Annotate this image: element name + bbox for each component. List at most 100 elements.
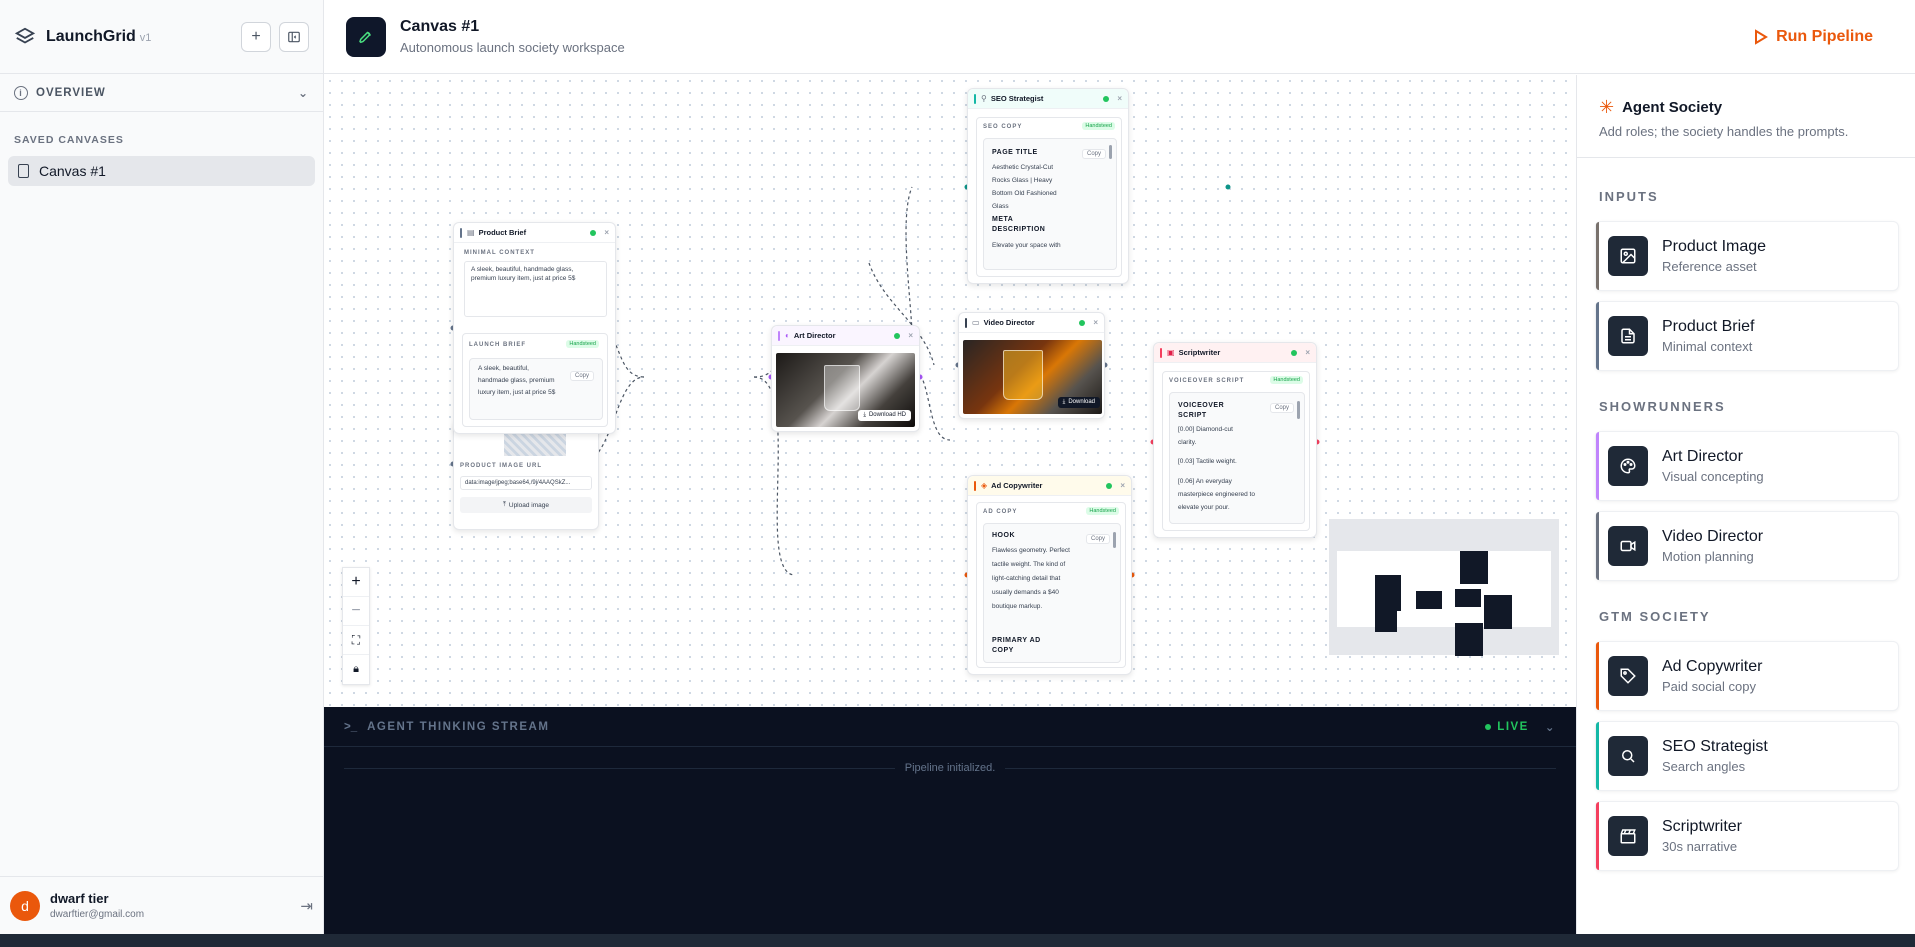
video-icon — [1608, 526, 1648, 566]
copy-button[interactable]: Copy — [1269, 403, 1294, 413]
agent-society-header: ✳ Agent Society Add roles; the society h… — [1577, 75, 1915, 158]
clapper-icon: ▣ — [1167, 348, 1175, 357]
status-badge: Handsteed — [1086, 507, 1119, 515]
video-preview: ⤓ Download — [963, 340, 1102, 414]
flow-canvas[interactable]: PRODUCT IMAGE URL data:image/jpeg;base64… — [324, 75, 1576, 707]
close-icon[interactable]: × — [1120, 481, 1125, 490]
overview-toggle[interactable]: i OVERVIEW ⌄ — [0, 74, 323, 112]
live-indicator: LIVE — [1485, 721, 1529, 733]
page-title-text: Aesthetic Crystal-Cut Rocks Glass | Heav… — [992, 164, 1057, 210]
zoom-out-button[interactable]: − — [343, 597, 369, 626]
minimap-viewport — [1337, 551, 1551, 627]
download-button[interactable]: ⤓ Download — [1057, 397, 1100, 408]
product-image-node[interactable]: PRODUCT IMAGE URL data:image/jpeg;base64… — [453, 420, 599, 530]
logout-icon[interactable]: ⇥ — [300, 897, 313, 915]
search-icon — [1608, 736, 1648, 776]
status-dot — [1291, 349, 1298, 356]
art-director-node[interactable]: ◐ Art Director × ⤓ Download HD — [771, 325, 920, 432]
primary-ad-copy-heading: PRIMARY AD COPY — [992, 637, 1041, 654]
seo-strategist-node[interactable]: ⚲ SEO Strategist × SEO COPY Handsteed PA… — [967, 88, 1129, 284]
role-card-scriptwriter[interactable]: Scriptwriter 30s narrative — [1595, 801, 1899, 871]
ad-copywriter-node[interactable]: ◈ Ad Copywriter × AD COPY Handsteed HOOK… — [967, 475, 1132, 675]
tag-icon — [1608, 656, 1648, 696]
scrollbar[interactable] — [1113, 532, 1116, 548]
minimap-node — [1484, 595, 1512, 629]
image-icon — [1608, 236, 1648, 276]
role-card-art-director[interactable]: Art Director Visual concepting — [1595, 431, 1899, 501]
canvas-list-item[interactable]: Canvas #1 — [8, 156, 315, 186]
role-title: Product Image — [1662, 238, 1767, 255]
product-image-url-input[interactable]: data:image/jpeg;base64,/9j/4AAQSkZ... — [460, 476, 592, 490]
meta-description-heading: META DESCRIPTION — [992, 216, 1046, 233]
minimap-node — [1416, 591, 1442, 609]
header-titles: Canvas #1 Autonomous launch society work… — [400, 18, 625, 55]
node-title: Scriptwriter — [1178, 348, 1221, 357]
saved-canvases-heading: SAVED CANVASES — [14, 134, 124, 146]
script-line: [0.00] Diamond-cut clarity. — [1178, 426, 1233, 446]
node-header: ◈ Ad Copywriter × — [968, 476, 1131, 496]
meta-description-text: Elevate your space with — [992, 242, 1061, 249]
thinking-stream-header[interactable]: >_ AGENT THINKING STREAM LIVE ⌄ — [324, 707, 1576, 747]
ad-copy-body: HOOK Copy Flawless geometry. Perfect tac… — [983, 523, 1121, 663]
role-card-seo-strategist[interactable]: SEO Strategist Search angles — [1595, 721, 1899, 791]
brand-bar: LaunchGrid v1 + — [0, 0, 323, 74]
role-title: Video Director — [1662, 528, 1764, 545]
launch-brief-text: A sleek, beautiful, handmade glass, prem… — [478, 365, 556, 396]
minimap[interactable] — [1329, 519, 1559, 656]
zoom-in-button[interactable]: + — [343, 568, 369, 597]
copy-button[interactable]: Copy — [1085, 534, 1110, 544]
video-director-node[interactable]: ▭ Video Director × ⤓ Download — [958, 312, 1105, 419]
status-dot — [590, 229, 597, 236]
context-textarea[interactable]: A sleek, beautiful, handmade glass, prem… — [464, 261, 607, 317]
copy-button[interactable]: Copy — [569, 371, 594, 381]
chevron-down-icon[interactable]: ⌄ — [1545, 720, 1556, 734]
app-root: LaunchGrid v1 + i OVERVIEW ⌄ SAVED CANVA… — [0, 0, 1915, 947]
thinking-stream-title: AGENT THINKING STREAM — [367, 720, 550, 733]
scrollbar[interactable] — [1109, 145, 1112, 159]
seo-copy-body: PAGE TITLE Copy Aesthetic Crystal-Cut Ro… — [983, 138, 1117, 270]
upload-image-button[interactable]: ⤒ Upload image — [460, 497, 592, 513]
upload-image-label: Upload image — [508, 501, 549, 509]
fit-view-button[interactable]: ⛶ — [343, 626, 369, 655]
minimap-node — [1455, 623, 1483, 656]
close-icon[interactable]: × — [1093, 318, 1098, 327]
close-icon[interactable]: × — [1117, 94, 1122, 103]
role-card-video-director[interactable]: Video Director Motion planning — [1595, 511, 1899, 581]
role-subtitle: Search angles — [1662, 759, 1746, 774]
minus-icon: − — [351, 602, 361, 619]
new-canvas-button[interactable]: + — [241, 21, 271, 52]
seo-copy-panel: SEO COPY Handsteed PAGE TITLE Copy Aesth… — [976, 117, 1122, 277]
download-hd-button[interactable]: ⤓ Download HD — [858, 410, 911, 421]
glass-shape — [824, 365, 860, 411]
section-heading-inputs: INPUTS — [1599, 189, 1659, 204]
voiceover-body: VOICEOVER SCRIPT Copy [0.00] Diamond-cut… — [1169, 392, 1305, 524]
copy-button[interactable]: Copy — [1081, 149, 1106, 159]
launch-brief-panel: LAUNCH BRIEF Handsteed A sleek, beautifu… — [462, 333, 608, 427]
role-title: Product Brief — [1662, 318, 1755, 335]
document-icon — [1608, 316, 1648, 356]
terminal-icon: >_ — [344, 720, 358, 733]
avatar[interactable]: d — [10, 890, 40, 921]
role-card-ad-copywriter[interactable]: Ad Copywriter Paid social copy — [1595, 641, 1899, 711]
run-pipeline-button[interactable]: Run Pipeline — [1754, 28, 1873, 46]
node-title: Art Director — [793, 331, 836, 340]
brand-name: LaunchGrid — [46, 27, 136, 45]
page-subtitle: Autonomous launch society workspace — [400, 40, 625, 55]
scriptwriter-node[interactable]: ▣ Scriptwriter × VOICEOVER SCRIPT Handst… — [1153, 342, 1317, 538]
close-icon[interactable]: × — [908, 331, 913, 340]
role-card-product-brief[interactable]: Product Brief Minimal context — [1595, 301, 1899, 371]
role-card-product-image[interactable]: Product Image Reference asset — [1595, 221, 1899, 291]
lock-button[interactable]: 🔒︎ — [343, 655, 369, 684]
sidebar-collapse-icon — [288, 31, 300, 42]
brand-actions: + — [241, 21, 309, 52]
collapse-sidebar-button[interactable] — [279, 21, 309, 52]
close-icon[interactable]: × — [1305, 348, 1310, 357]
product-brief-node[interactable]: ▤ Product Brief × MINIMAL CONTEXT A slee… — [453, 222, 616, 434]
minimap-node — [1460, 551, 1488, 584]
scrollbar[interactable] — [1297, 401, 1300, 419]
role-subtitle: 30s narrative — [1662, 839, 1738, 854]
node-header: ⚲ SEO Strategist × — [968, 89, 1128, 109]
close-icon[interactable]: × — [604, 228, 609, 237]
context-label: MINIMAL CONTEXT — [464, 250, 535, 256]
page-title: Canvas #1 — [400, 18, 480, 35]
